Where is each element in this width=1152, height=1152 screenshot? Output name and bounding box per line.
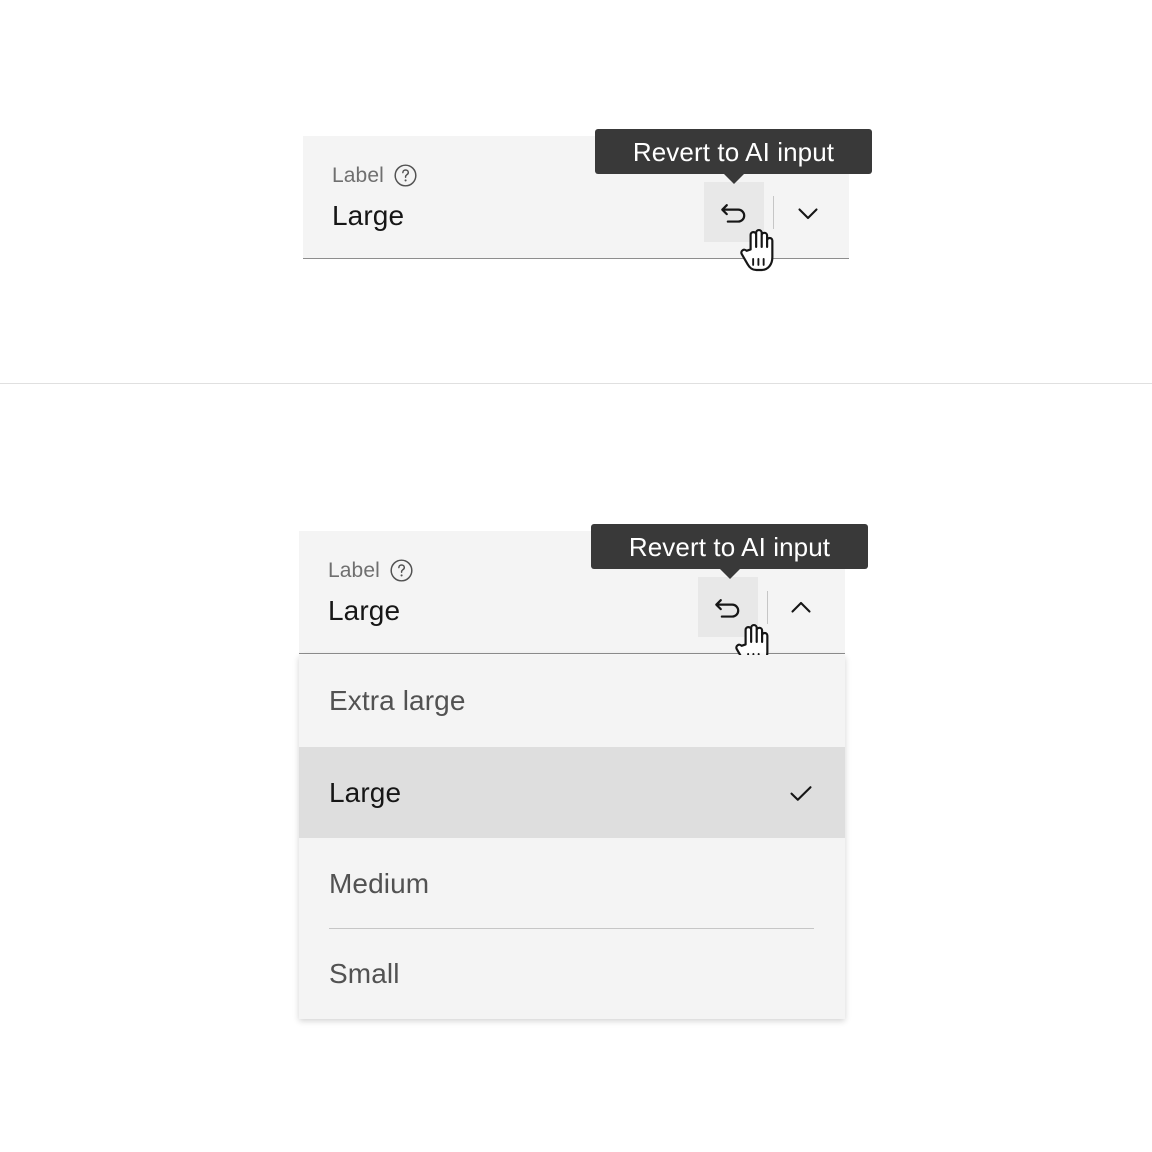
dropdown-open: Label Large Revert to AI input Extra lar… — [299, 524, 868, 1019]
section-divider — [0, 383, 1152, 384]
revert-to-ai-input-button[interactable] — [704, 182, 764, 242]
list-item[interactable]: Extra large — [299, 655, 845, 747]
dropdown-selected-value: Large — [328, 595, 401, 626]
chevron-down-icon — [798, 208, 818, 220]
option-label: Large — [329, 776, 402, 808]
undo-revert-icon — [715, 599, 740, 618]
control-divider — [767, 591, 768, 624]
dropdown-selected-value: Large — [332, 200, 405, 231]
list-item[interactable]: Small — [299, 929, 845, 1019]
field-label-row: Label — [332, 163, 418, 188]
option-label: Extra large — [329, 685, 466, 716]
revert-tooltip: Revert to AI input — [591, 524, 868, 579]
list-item[interactable]: Large — [299, 747, 845, 838]
undo-revert-icon — [721, 204, 746, 223]
help-circle-icon[interactable] — [389, 558, 414, 583]
field-label-row: Label — [328, 558, 414, 583]
dropdown-option-list: Extra large Large Medium Small — [299, 655, 845, 1019]
tooltip-caret — [719, 568, 741, 579]
option-label: Medium — [329, 867, 430, 899]
revert-tooltip: Revert to AI input — [595, 129, 872, 184]
control-divider — [773, 196, 774, 229]
checkmark-icon — [785, 777, 817, 809]
list-item[interactable]: Medium — [299, 838, 845, 929]
dropdown-toggle-button[interactable] — [776, 583, 826, 633]
revert-tooltip-text: Revert to AI input — [632, 136, 835, 167]
field-label: Label — [332, 164, 384, 187]
help-circle-icon[interactable] — [393, 163, 418, 188]
field-label: Label — [328, 559, 380, 582]
revert-to-ai-input-button[interactable] — [698, 577, 758, 637]
revert-tooltip-text: Revert to AI input — [628, 531, 831, 562]
chevron-up-icon — [791, 601, 811, 613]
tooltip-caret — [723, 173, 745, 184]
option-label: Small — [329, 958, 400, 989]
dropdown-closed: Label Large Revert to AI input — [303, 129, 872, 272]
dropdown-toggle-button[interactable] — [783, 188, 833, 238]
